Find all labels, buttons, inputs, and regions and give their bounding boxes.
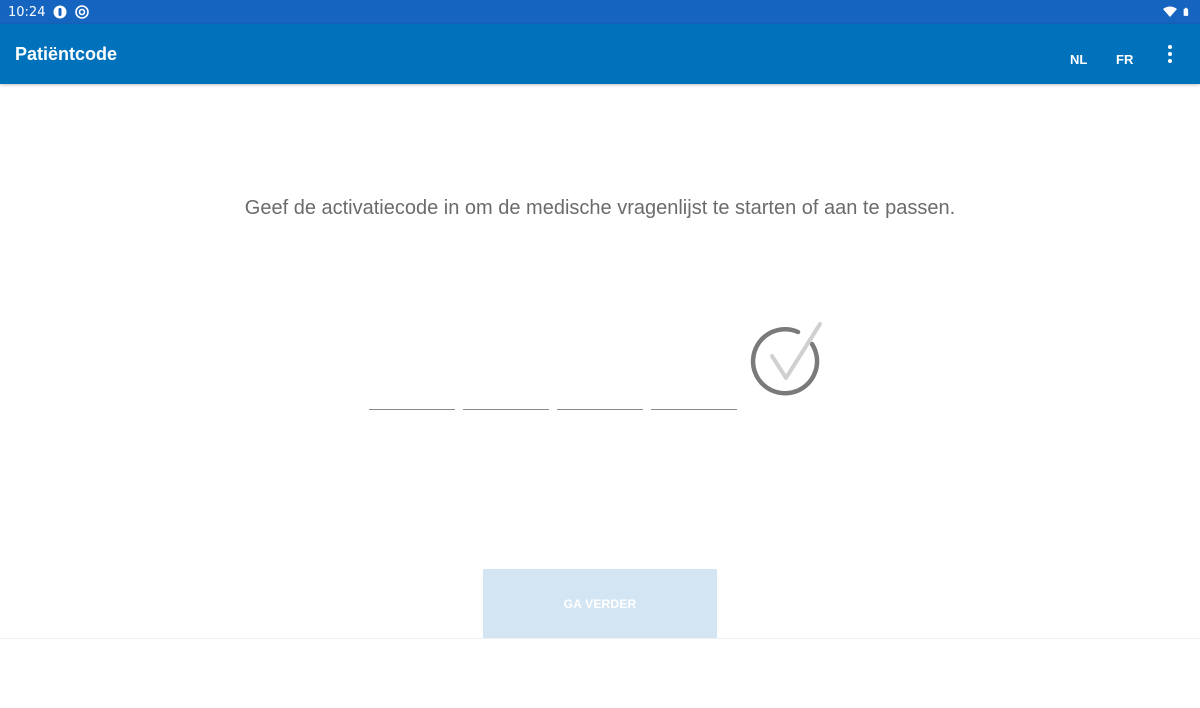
instruction-text: Geef de activatiecode in om de medische … — [244, 197, 956, 219]
continue-button[interactable]: GA VERDER — [483, 569, 717, 638]
status-time: 10:24 — [8, 4, 46, 20]
page-title: Patiëntcode — [15, 43, 118, 64]
activation-code-field-2[interactable] — [463, 370, 549, 410]
wifi-icon — [1163, 6, 1177, 17]
status-bar: 10:24 — [0, 0, 1200, 24]
check-circle-icon — [750, 322, 822, 396]
more-vert-icon — [1168, 45, 1172, 63]
bottom-divider — [0, 638, 1200, 639]
overflow-menu-button[interactable] — [1158, 42, 1182, 66]
notification-icon — [53, 5, 67, 19]
app-bar: Patiëntcode NL FR — [0, 24, 1200, 84]
activation-code-field-3[interactable] — [557, 370, 643, 410]
language-nl-button[interactable]: NL — [1060, 44, 1097, 75]
activation-code-field-4[interactable] — [651, 370, 737, 410]
battery-icon — [1183, 7, 1189, 16]
status-right — [1163, 5, 1192, 19]
at-sign-icon — [75, 5, 90, 19]
language-fr-button[interactable]: FR — [1106, 44, 1143, 75]
activation-code-field-1[interactable] — [369, 370, 455, 410]
status-left: 10:24 — [8, 4, 90, 20]
